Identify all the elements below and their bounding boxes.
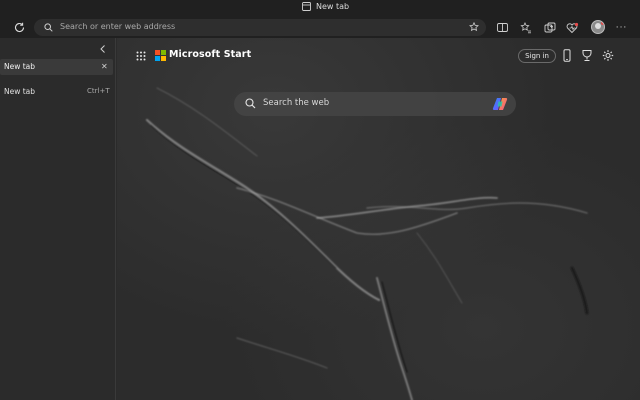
- microsoft-logo: [155, 50, 166, 61]
- web-search-box[interactable]: Search the web: [234, 92, 516, 116]
- window-title-text: New tab: [316, 2, 350, 11]
- window-title: New tab: [302, 2, 349, 11]
- favorites-icon[interactable]: [519, 21, 532, 34]
- search-icon: [245, 98, 256, 109]
- toolbar: Search or enter web address ···: [0, 17, 640, 38]
- search-icon: [44, 23, 53, 32]
- apps-launcher-icon[interactable]: [136, 51, 146, 61]
- sign-in-button[interactable]: Sign in: [518, 49, 556, 63]
- new-tab-shortcut: Ctrl+T: [87, 87, 110, 95]
- new-tab-page: Microsoft Start Sign in Search the web: [117, 38, 640, 400]
- settings-gear-icon[interactable]: [602, 49, 614, 62]
- tab-label: New tab: [4, 62, 36, 71]
- address-bar[interactable]: Search or enter web address: [34, 19, 486, 36]
- vertical-tabs-panel: New tab ✕ New tab Ctrl+T: [0, 38, 116, 400]
- tab-page-icon: [302, 2, 311, 11]
- collapse-panel-icon[interactable]: [98, 44, 108, 54]
- brand-title: Microsoft Start: [169, 49, 252, 60]
- split-screen-icon[interactable]: [496, 21, 509, 34]
- collections-icon[interactable]: [543, 21, 556, 34]
- search-placeholder: Search the web: [263, 98, 330, 108]
- profile-avatar[interactable]: [591, 20, 605, 34]
- refresh-icon[interactable]: [13, 21, 26, 34]
- new-tab-label: New tab: [4, 87, 36, 96]
- address-placeholder: Search or enter web address: [60, 22, 176, 31]
- title-bar: New tab: [0, 0, 640, 17]
- rewards-icon[interactable]: [581, 49, 593, 62]
- browser-essentials-icon[interactable]: [566, 21, 579, 34]
- phone-icon[interactable]: [561, 49, 573, 62]
- more-icon[interactable]: ···: [615, 21, 628, 34]
- favorite-star-icon[interactable]: [469, 22, 479, 32]
- tab-item-new-tab[interactable]: New tab ✕: [0, 59, 113, 75]
- new-tab-button[interactable]: New tab Ctrl+T: [0, 85, 113, 99]
- copilot-icon[interactable]: [492, 96, 508, 112]
- notification-dot: [601, 21, 604, 25]
- close-icon[interactable]: ✕: [101, 62, 108, 71]
